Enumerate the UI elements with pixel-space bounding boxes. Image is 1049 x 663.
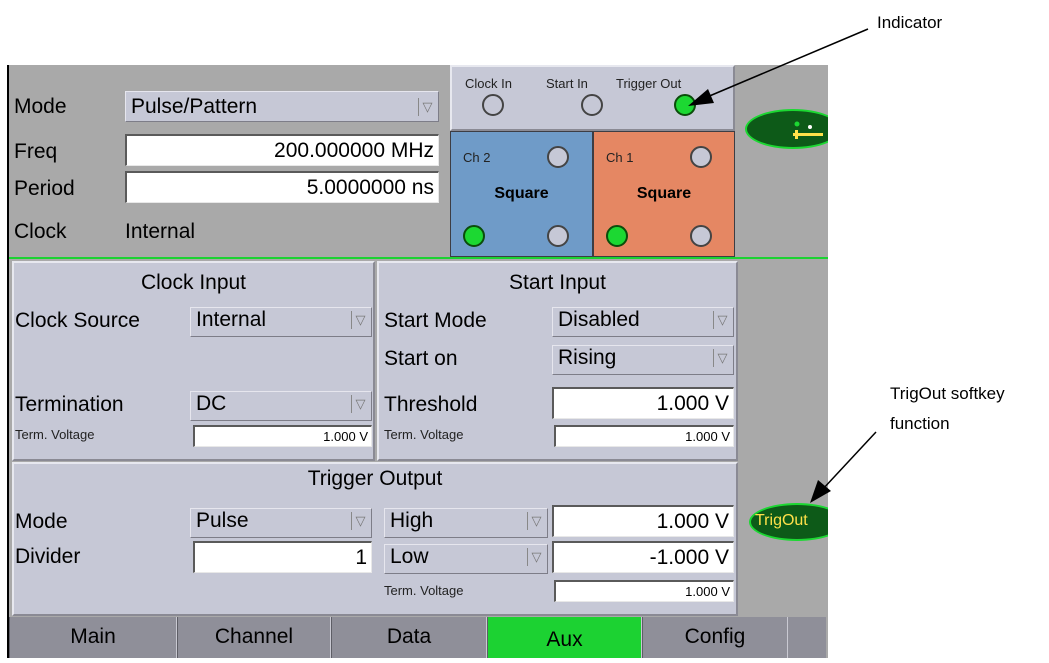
annotation-arrows xyxy=(688,28,877,503)
indicator-arrow-line xyxy=(699,28,869,101)
indicator-arrow-head xyxy=(688,89,714,106)
trigout-arrow-line xyxy=(821,431,877,491)
